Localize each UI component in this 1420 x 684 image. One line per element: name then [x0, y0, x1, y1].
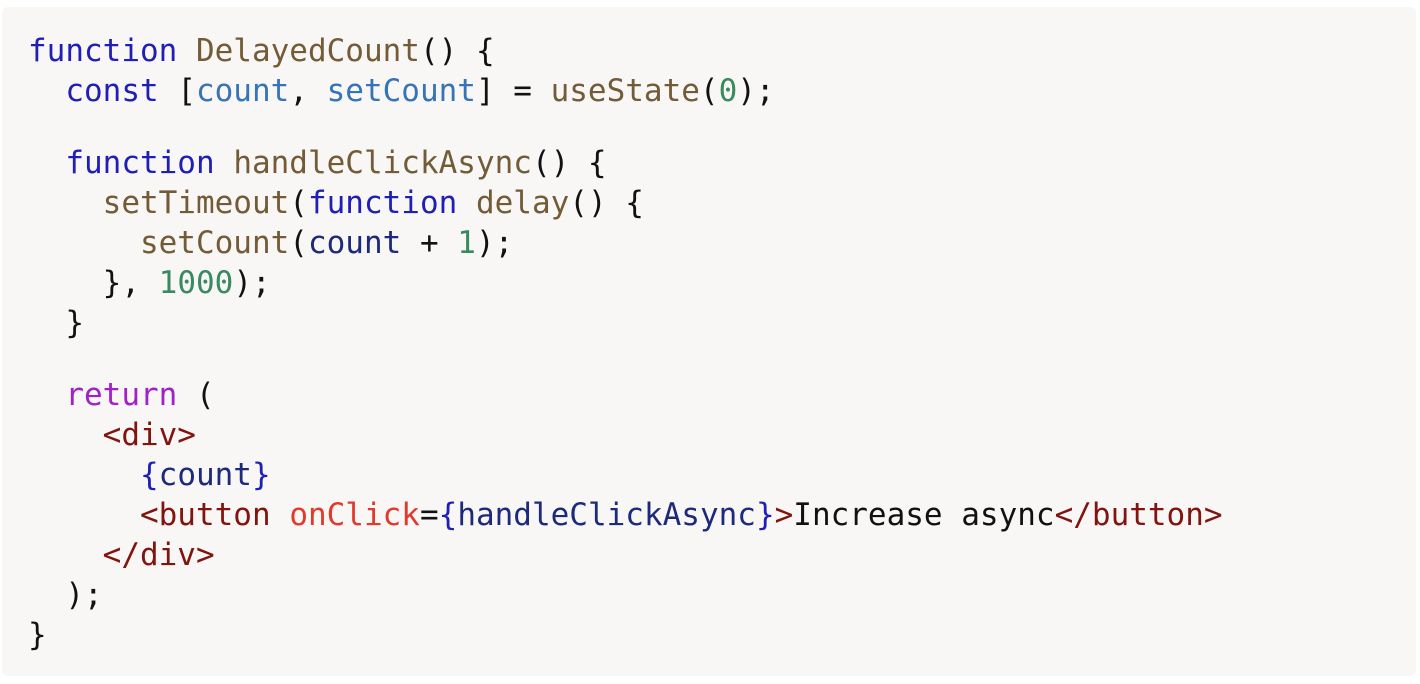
code-token: count — [195, 73, 290, 109]
code-token: ] = — [475, 73, 551, 109]
code-token: 1 — [457, 225, 476, 261]
code-token: ( — [699, 73, 719, 109]
code-token: ); — [233, 265, 271, 301]
code-line: } — [28, 303, 1416, 343]
code-token: ( — [177, 377, 215, 413]
code-token: ); — [475, 225, 514, 261]
code-line: function DelayedCount() { — [28, 31, 1416, 71]
code-token: + — [401, 225, 458, 261]
code-token: handleClickAsync — [457, 497, 756, 533]
code-line: {count} — [28, 455, 1416, 495]
code-token: return — [65, 377, 178, 413]
code-token: [ — [158, 73, 196, 109]
code-token: count — [307, 225, 402, 261]
code-line: setTimeout(function delay() { — [28, 183, 1416, 223]
code-token: { — [139, 457, 159, 493]
code-line: function handleClickAsync() { — [28, 143, 1416, 183]
code-token: function — [28, 33, 178, 69]
code-line: setCount(count + 1); — [28, 223, 1416, 263]
code-line: </div> — [28, 535, 1416, 575]
code-token: const — [65, 73, 159, 109]
code-token: function — [65, 145, 215, 181]
code-token: function — [307, 185, 458, 221]
code-token: setCount — [139, 225, 290, 261]
code-token: ( — [289, 225, 308, 261]
code-token: () { — [531, 145, 607, 181]
code-token: } — [28, 617, 47, 653]
code-token: } — [755, 497, 775, 533]
code-block: function DelayedCount() { const [count, … — [2, 7, 1416, 676]
code-token: () { — [419, 33, 495, 69]
code-token: } — [251, 457, 271, 493]
code-line: <button onClick={handleClickAsync}>Incre… — [28, 495, 1416, 535]
code-token: <button — [139, 497, 271, 533]
code-token: ( — [289, 185, 308, 221]
code-token: } — [28, 305, 84, 341]
code-token: onClick — [289, 497, 420, 533]
code-token: delay — [475, 185, 570, 221]
code-token: <div> — [102, 417, 196, 453]
code-line: return ( — [28, 375, 1416, 415]
code-token: </div> — [102, 537, 215, 573]
code-token: > — [774, 497, 794, 533]
code-token: 1000 — [158, 265, 234, 301]
code-token: () { — [569, 185, 644, 221]
code-token: , — [289, 73, 327, 109]
code-token: setCount — [326, 73, 476, 109]
code-token: DelayedCount — [195, 33, 420, 69]
code-token: ); — [28, 577, 103, 613]
code-token: count — [158, 457, 252, 493]
code-token: </button> — [1054, 497, 1223, 533]
code-line: <div> — [28, 415, 1416, 455]
code-token: = — [419, 497, 439, 533]
code-token: useState — [550, 73, 700, 109]
code-token: ); — [737, 73, 775, 109]
code-token: setTimeout — [102, 185, 290, 221]
code-line: ); — [28, 575, 1416, 615]
code-line: } — [28, 615, 1416, 655]
code-token: }, — [28, 265, 159, 301]
code-token: Increase async — [793, 497, 1055, 533]
code-token: handleClickAsync — [233, 145, 532, 181]
code-line: const [count, setCount] = useState(0); — [28, 71, 1416, 111]
code-line: }, 1000); — [28, 263, 1416, 303]
code-token: { — [438, 497, 458, 533]
code-token: 0 — [718, 73, 738, 109]
